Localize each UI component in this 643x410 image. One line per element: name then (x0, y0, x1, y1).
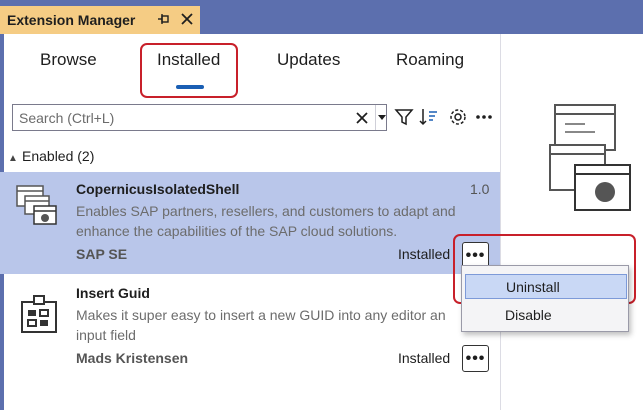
context-menu: Uninstall Disable (461, 265, 629, 332)
search-input[interactable] (13, 105, 353, 130)
menu-item-disable[interactable]: Disable (465, 303, 627, 328)
settings-icon[interactable] (447, 106, 469, 128)
sort-icon[interactable] (418, 106, 440, 128)
extension-preview-icon (545, 100, 635, 230)
extension-author: Mads Kristensen (76, 350, 189, 366)
annotation-highlight-installed (140, 43, 238, 98)
group-header-enabled[interactable]: ▲ Enabled (2) (8, 148, 94, 164)
extension-status: Installed (398, 350, 451, 366)
extension-version: 1.0 (470, 181, 490, 197)
insert-guid-icon (18, 292, 62, 336)
search-dropdown-icon[interactable] (375, 105, 387, 130)
extension-description: Makes it super easy to insert a new GUID… (76, 305, 474, 345)
description-line-1: Enables SAP partners, resellers, and cus… (76, 203, 456, 219)
description-line-2: input field (76, 327, 136, 343)
close-icon[interactable] (178, 10, 196, 28)
extension-description: Enables SAP partners, resellers, and cus… (76, 201, 474, 241)
description-line-1: Makes it super easy to insert a new GUID… (76, 307, 446, 323)
collapse-caret-icon[interactable]: ▲ (8, 153, 22, 164)
extension-name: CopernicusIsolatedShell (76, 181, 240, 197)
description-line-2: enhance the capabilities of the SAP clou… (76, 223, 398, 239)
window-title: Extension Manager (7, 12, 136, 28)
document-tab[interactable]: Extension Manager (0, 6, 200, 34)
extension-name: Insert Guid (76, 285, 150, 301)
extension-author: SAP SE (76, 246, 128, 262)
filter-icon[interactable] (393, 106, 415, 128)
extension-status: Installed (398, 246, 451, 262)
tab-updates[interactable]: Updates (277, 50, 340, 70)
clear-search-icon[interactable] (353, 109, 371, 127)
tab-browse[interactable]: Browse (40, 50, 97, 70)
menu-item-uninstall[interactable]: Uninstall (465, 274, 627, 299)
search-box[interactable] (12, 104, 387, 131)
extension-more-button[interactable]: ••• (462, 345, 489, 372)
more-icon[interactable] (473, 106, 495, 128)
extension-window-icon (16, 184, 60, 228)
pin-icon[interactable] (154, 10, 172, 28)
tab-roaming[interactable]: Roaming (396, 50, 464, 70)
group-label: Enabled (2) (22, 148, 95, 164)
